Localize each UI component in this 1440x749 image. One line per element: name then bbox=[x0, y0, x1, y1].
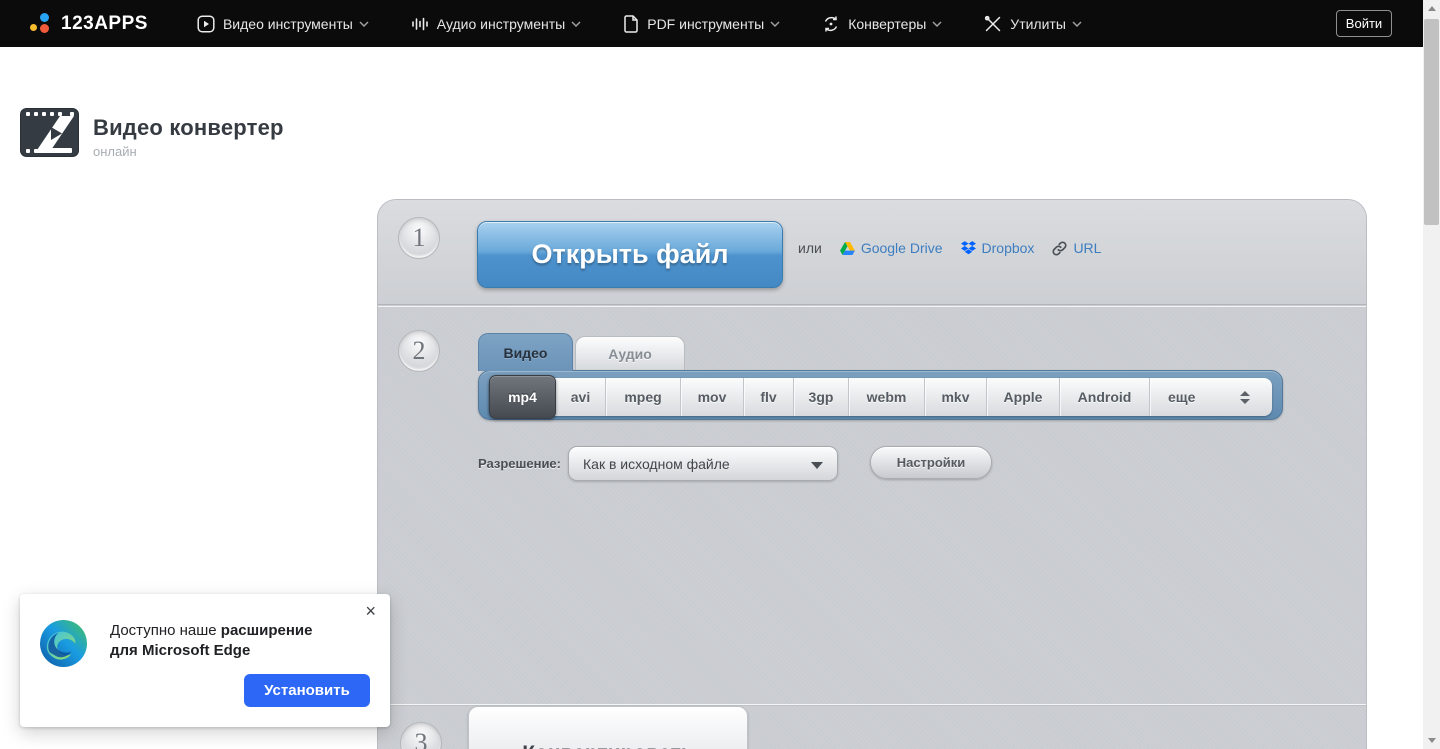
logo-123apps[interactable]: 123APPS bbox=[30, 12, 148, 35]
popup-text-bold2: для Microsoft Edge bbox=[110, 641, 313, 661]
tab-video[interactable]: Видео bbox=[478, 333, 573, 371]
upload-sources: или Google Drive Dropbox URL bbox=[798, 240, 1101, 256]
nav-label: Конвертеры bbox=[848, 16, 926, 32]
step-1-badge: 1 bbox=[398, 217, 440, 259]
nav-item-pdf-tools[interactable]: PDF инструменты bbox=[602, 15, 801, 33]
format-apple[interactable]: Apple bbox=[987, 378, 1060, 416]
page-header: Видео конвертер онлайн bbox=[20, 108, 284, 162]
pdf-tools-icon bbox=[623, 15, 639, 33]
dropdown-arrow-icon bbox=[811, 462, 823, 469]
logo-text: 123APPS bbox=[61, 13, 148, 35]
format-3gp[interactable]: 3gp bbox=[794, 378, 849, 416]
top-navbar: 123APPS Видео инструменты Аудио инструме… bbox=[0, 0, 1423, 47]
format-avi[interactable]: avi bbox=[556, 378, 606, 416]
microsoft-edge-icon bbox=[40, 620, 87, 667]
link-label: Dropbox bbox=[982, 240, 1035, 256]
nav-label: Аудио инструменты bbox=[437, 16, 565, 32]
video-converter-icon bbox=[20, 108, 79, 162]
nav-item-utilities[interactable]: Утилиты bbox=[963, 15, 1103, 33]
format-more[interactable]: еще bbox=[1150, 378, 1266, 416]
format-more-label: еще bbox=[1168, 389, 1195, 405]
install-button[interactable]: Установить bbox=[244, 674, 370, 707]
scrollbar-thumb[interactable] bbox=[1424, 19, 1439, 225]
tab-audio[interactable]: Аудио bbox=[575, 336, 685, 371]
format-flv[interactable]: flv bbox=[744, 378, 794, 416]
format-android[interactable]: Android bbox=[1060, 378, 1150, 416]
nav-label: Видео инструменты bbox=[223, 16, 353, 32]
format-mpeg[interactable]: mpeg bbox=[606, 378, 681, 416]
converters-icon bbox=[822, 15, 840, 33]
scroll-up-icon[interactable] bbox=[1423, 0, 1440, 17]
page-subtitle: онлайн bbox=[93, 144, 284, 159]
dropbox-icon bbox=[961, 241, 976, 255]
video-tools-icon bbox=[197, 15, 215, 33]
link-icon bbox=[1052, 241, 1067, 256]
link-label: Google Drive bbox=[861, 240, 943, 256]
google-drive-link[interactable]: Google Drive bbox=[840, 240, 943, 256]
close-icon[interactable]: × bbox=[365, 602, 376, 620]
convert-button[interactable]: Конвертировать bbox=[468, 706, 748, 749]
format-bar: mp4 avi mpeg mov flv 3gp webm mkv Apple … bbox=[478, 370, 1283, 420]
nav-label: PDF инструменты bbox=[647, 16, 764, 32]
nav-label: Утилиты bbox=[1010, 16, 1066, 32]
settings-button[interactable]: Настройки bbox=[870, 446, 992, 479]
logo-dots-icon bbox=[30, 12, 53, 35]
nav-item-video-tools[interactable]: Видео инструменты bbox=[176, 15, 390, 33]
resolution-value: Как в исходном файле bbox=[583, 456, 730, 472]
nav-item-converters[interactable]: Конвертеры bbox=[801, 15, 963, 33]
scrollbar[interactable] bbox=[1423, 0, 1440, 749]
nav-menu: Видео инструменты Аудио инструменты PDF … bbox=[176, 15, 1103, 33]
chevron-down-icon bbox=[359, 21, 369, 27]
link-label: URL bbox=[1073, 240, 1101, 256]
open-file-button[interactable]: Открыть файл bbox=[477, 221, 783, 288]
format-mov[interactable]: mov bbox=[681, 378, 744, 416]
edge-extension-popup: × Доступно наше расширение для Microsoft… bbox=[20, 594, 390, 727]
chevron-down-icon bbox=[770, 21, 780, 27]
utilities-icon bbox=[984, 15, 1002, 33]
step-2-badge: 2 bbox=[398, 330, 440, 372]
popup-text-bold: расширение bbox=[221, 622, 313, 639]
chevron-down-icon bbox=[932, 21, 942, 27]
or-text: или bbox=[798, 240, 822, 256]
spinner-icon bbox=[1240, 391, 1250, 404]
chevron-down-icon bbox=[1072, 21, 1082, 27]
format-mp4[interactable]: mp4 bbox=[489, 375, 556, 419]
format-mkv[interactable]: mkv bbox=[925, 378, 987, 416]
format-button-row: mp4 avi mpeg mov flv 3gp webm mkv Apple … bbox=[489, 378, 1272, 416]
nav-item-audio-tools[interactable]: Аудио инструменты bbox=[390, 15, 602, 33]
scroll-down-icon[interactable] bbox=[1423, 732, 1440, 749]
popup-text-normal: Доступно наше bbox=[110, 622, 221, 639]
popup-message: Доступно наше расширение для Microsoft E… bbox=[110, 621, 313, 662]
audio-tools-icon bbox=[411, 15, 429, 33]
dropbox-link[interactable]: Dropbox bbox=[961, 240, 1035, 256]
format-webm[interactable]: webm bbox=[849, 378, 925, 416]
login-button[interactable]: Войти bbox=[1336, 10, 1392, 37]
chevron-down-icon bbox=[571, 21, 581, 27]
url-link[interactable]: URL bbox=[1052, 240, 1101, 256]
resolution-select[interactable]: Как в исходном файле bbox=[568, 446, 838, 481]
google-drive-icon bbox=[840, 242, 855, 255]
page-title: Видео конвертер bbox=[93, 115, 284, 141]
converter-panel: 1 Открыть файл или Google Drive Dropbox … bbox=[378, 200, 1366, 749]
page: 123APPS Видео инструменты Аудио инструме… bbox=[0, 0, 1440, 749]
resolution-label: Разрешение: bbox=[478, 456, 561, 471]
